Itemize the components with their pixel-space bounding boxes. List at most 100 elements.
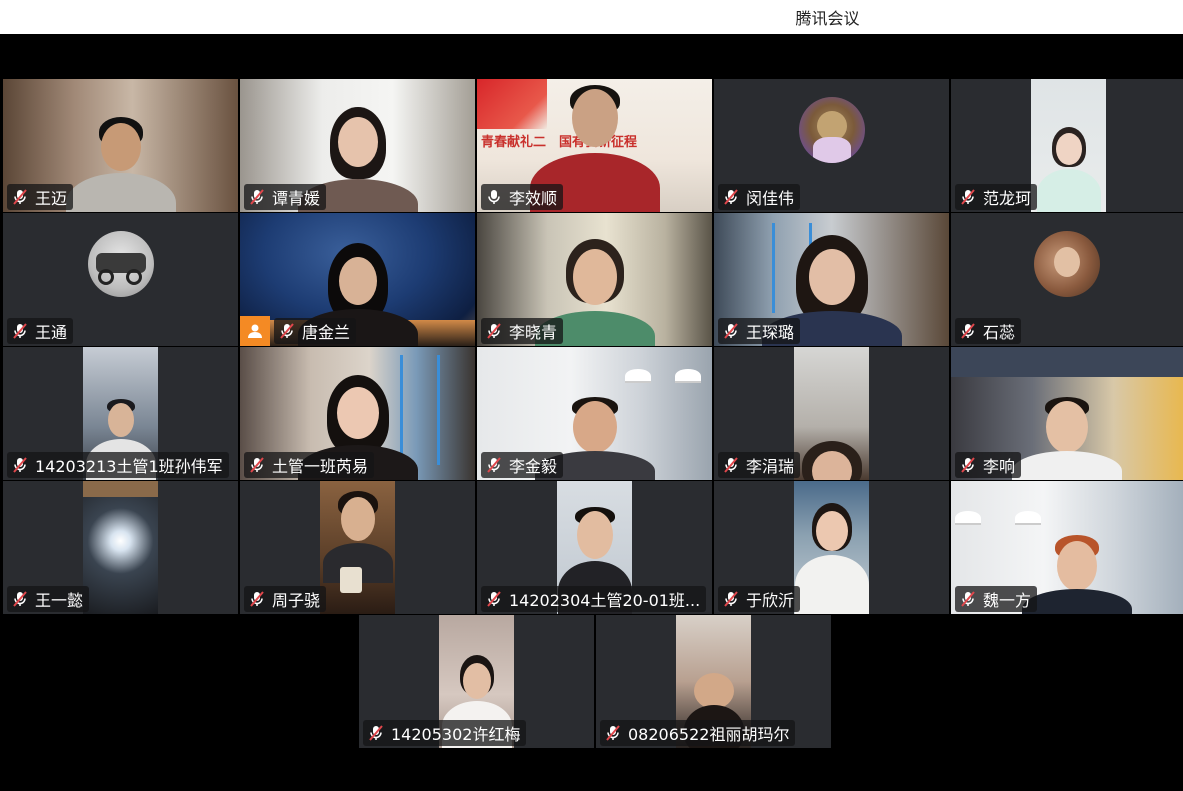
participant-video bbox=[1031, 79, 1106, 212]
participant-name: 李涓瑞 bbox=[746, 457, 795, 476]
participant-tile[interactable]: 王一懿 bbox=[3, 481, 238, 614]
participant-video bbox=[83, 481, 158, 614]
participant-label: 14203213土管1班孙伟军 bbox=[7, 452, 229, 478]
participant-label: 魏一方 bbox=[955, 586, 1038, 612]
participant-tile[interactable]: 土管一班芮易 bbox=[240, 347, 475, 480]
participant-name: 唐金兰 bbox=[302, 323, 351, 342]
mic-muted-icon bbox=[13, 457, 27, 473]
participant-tile[interactable]: 石蕊 bbox=[951, 213, 1183, 346]
participant-name: 于欣沂 bbox=[746, 591, 795, 610]
participant-video bbox=[794, 347, 869, 480]
mic-muted-icon bbox=[724, 457, 738, 473]
participant-name: 石蕊 bbox=[983, 323, 1016, 342]
participant-video bbox=[794, 481, 869, 614]
participant-name: 14202304土管20-01班... bbox=[509, 591, 701, 610]
participant-name: 14205302许红梅 bbox=[391, 725, 521, 744]
participant-tile[interactable]: 王通 bbox=[3, 213, 238, 346]
mic-muted-icon bbox=[487, 591, 501, 607]
participant-label: 李效顺 bbox=[481, 184, 564, 210]
participant-label: 李响 bbox=[955, 452, 1022, 478]
participant-label: 14205302许红梅 bbox=[363, 720, 527, 746]
user-icon bbox=[248, 324, 262, 338]
participant-label: 闵佳伟 bbox=[718, 184, 801, 210]
participant-label: 14202304土管20-01班... bbox=[481, 586, 707, 612]
participant-avatar bbox=[87, 231, 154, 297]
participant-tile[interactable]: 14202304土管20-01班... bbox=[477, 481, 712, 614]
participant-name: 王迈 bbox=[35, 189, 68, 208]
participant-label: 谭青媛 bbox=[244, 184, 327, 210]
participant-video bbox=[320, 481, 395, 614]
participant-tile[interactable]: 唐金兰 bbox=[240, 213, 475, 346]
participant-tile[interactable]: 李响 bbox=[951, 347, 1183, 480]
participant-name: 李效顺 bbox=[509, 189, 558, 208]
participant-avatar bbox=[1034, 231, 1100, 297]
mic-muted-icon bbox=[606, 725, 620, 741]
participant-label: 王一懿 bbox=[7, 586, 90, 612]
participant-name: 王一懿 bbox=[35, 591, 84, 610]
mic-muted-icon bbox=[250, 189, 264, 205]
video-gallery: 王迈 谭青媛 青春献礼二 国有我新征程 李效顺 闵佳伟 范龙珂 王通 唐金兰 李… bbox=[0, 34, 1183, 791]
participant-tile[interactable]: 08206522祖丽胡玛尔 bbox=[596, 615, 831, 748]
participant-name: 李晓青 bbox=[509, 323, 558, 342]
participant-name: 范龙珂 bbox=[983, 189, 1032, 208]
participant-name: 李金毅 bbox=[509, 457, 558, 476]
participant-name: 14203213土管1班孙伟军 bbox=[35, 457, 223, 476]
participant-label: 王迈 bbox=[7, 184, 74, 210]
participant-tile[interactable]: 李晓青 bbox=[477, 213, 712, 346]
mic-muted-icon bbox=[961, 457, 975, 473]
participant-name: 土管一班芮易 bbox=[272, 457, 369, 476]
participant-label: 土管一班芮易 bbox=[244, 452, 375, 478]
host-badge bbox=[240, 316, 270, 346]
mic-muted-icon bbox=[487, 457, 501, 473]
mic-muted-icon bbox=[250, 591, 264, 607]
mic-muted-icon bbox=[369, 725, 383, 741]
participant-label: 范龙珂 bbox=[955, 184, 1038, 210]
participant-tile[interactable]: 李金毅 bbox=[477, 347, 712, 480]
mic-muted-icon bbox=[487, 323, 501, 339]
participant-label: 周子骁 bbox=[244, 586, 327, 612]
participant-name: 闵佳伟 bbox=[746, 189, 795, 208]
participant-label: 唐金兰 bbox=[274, 318, 357, 344]
mic-muted-icon bbox=[724, 189, 738, 205]
window-title: 腾讯会议 bbox=[795, 9, 860, 28]
participant-label: 于欣沂 bbox=[718, 586, 801, 612]
participant-label: 王通 bbox=[7, 318, 74, 344]
participant-label: 08206522祖丽胡玛尔 bbox=[600, 720, 796, 746]
participant-name: 王琛璐 bbox=[746, 323, 795, 342]
participant-tile[interactable]: 谭青媛 bbox=[240, 79, 475, 212]
participant-tile[interactable]: 王迈 bbox=[3, 79, 238, 212]
mic-muted-icon bbox=[280, 323, 294, 339]
mic-muted-icon bbox=[13, 323, 27, 339]
mic-muted-icon bbox=[724, 591, 738, 607]
mic-muted-icon bbox=[961, 591, 975, 607]
mic-muted-icon bbox=[961, 189, 975, 205]
participant-tile[interactable]: 14203213土管1班孙伟军 bbox=[3, 347, 238, 480]
mic-on-icon bbox=[488, 190, 500, 204]
participant-label: 石蕊 bbox=[955, 318, 1022, 344]
participant-name: 08206522祖丽胡玛尔 bbox=[628, 725, 790, 744]
participant-tile[interactable]: 闵佳伟 bbox=[714, 79, 949, 212]
participant-name: 李响 bbox=[983, 457, 1016, 476]
participant-name: 周子骁 bbox=[272, 591, 321, 610]
participant-tile[interactable]: 范龙珂 bbox=[951, 79, 1183, 212]
participant-avatar bbox=[798, 97, 865, 163]
mic-muted-icon bbox=[13, 189, 27, 205]
window-titlebar: 腾讯会议 bbox=[0, 0, 1183, 34]
participant-tile[interactable]: 周子骁 bbox=[240, 481, 475, 614]
participant-label: 李金毅 bbox=[481, 452, 564, 478]
participant-label: 李涓瑞 bbox=[718, 452, 801, 478]
participant-tile[interactable]: 于欣沂 bbox=[714, 481, 949, 614]
participant-tile[interactable]: 魏一方 bbox=[951, 481, 1183, 614]
mic-muted-icon bbox=[724, 323, 738, 339]
participant-tile[interactable]: 王琛璐 bbox=[714, 213, 949, 346]
participant-tile[interactable]: 14205302许红梅 bbox=[359, 615, 594, 748]
mic-muted-icon bbox=[250, 457, 264, 473]
participant-name: 王通 bbox=[35, 323, 68, 342]
mic-muted-icon bbox=[961, 323, 975, 339]
participant-label: 李晓青 bbox=[481, 318, 564, 344]
participant-name: 谭青媛 bbox=[272, 189, 321, 208]
participant-label: 王琛璐 bbox=[718, 318, 801, 344]
participant-name: 魏一方 bbox=[983, 591, 1032, 610]
participant-tile[interactable]: 李涓瑞 bbox=[714, 347, 949, 480]
participant-tile[interactable]: 青春献礼二 国有我新征程 李效顺 bbox=[477, 79, 712, 212]
